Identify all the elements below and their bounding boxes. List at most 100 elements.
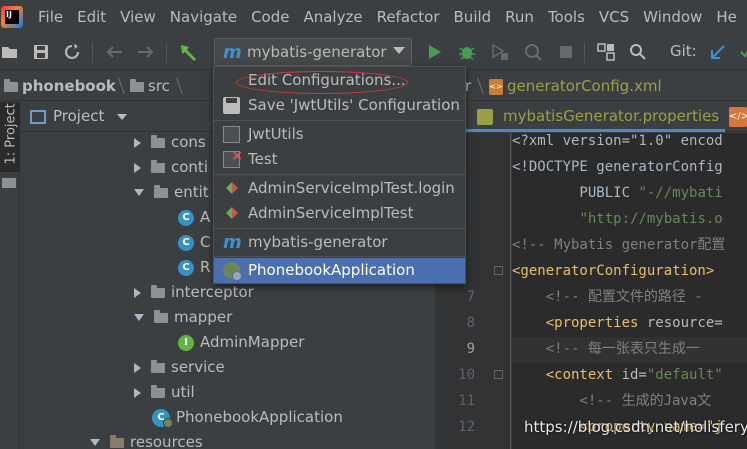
menu-item-label: PhonebookApplication xyxy=(248,261,415,279)
xml-tab-icon[interactable]: </> xyxy=(729,107,747,127)
toolbar-divider xyxy=(584,43,585,63)
properties-file-icon xyxy=(477,109,493,125)
project-tool-window-tab[interactable]: 1: Project xyxy=(0,102,20,172)
menu-help[interactable]: He xyxy=(709,0,744,34)
build-hammer-icon[interactable] xyxy=(178,42,198,62)
menu-item-label: AdminServiceImplTest.login xyxy=(248,179,455,197)
code-token: <?xml version="1.0" encod xyxy=(512,133,723,149)
code-token: <!-- 生成的Java文 xyxy=(512,393,712,409)
chevron-down-icon[interactable] xyxy=(134,189,144,196)
breadcrumb-src[interactable]: src xyxy=(130,71,170,101)
tree-row[interactable]: CC xyxy=(178,230,210,255)
line-number: 8 xyxy=(466,315,475,331)
menu-run[interactable]: Run xyxy=(498,0,541,34)
tree-row[interactable]: mapper xyxy=(134,305,232,330)
forward-icon[interactable] xyxy=(136,42,156,62)
code-editor[interactable]: <?xml version="1.0" encod <!DOCTYPE gener… xyxy=(512,133,747,449)
code-line: <!-- 配置文件的路径 - xyxy=(512,284,703,310)
tree-row[interactable]: CR xyxy=(178,255,210,280)
spring-boot-icon xyxy=(223,262,242,281)
code-token: <!-- 配置文件的路径 - xyxy=(512,289,703,305)
spring-app-icon: C xyxy=(152,408,173,428)
menu-item-adminserviceimpltest[interactable]: AdminServiceImplTest xyxy=(214,201,465,226)
main-toolbar: m mybatis-generator Git: xyxy=(0,34,747,70)
menu-item-label: JwtUtils xyxy=(248,125,304,143)
chevron-right-icon[interactable] xyxy=(134,287,141,298)
coverage-icon[interactable] xyxy=(490,42,510,62)
run-icon[interactable] xyxy=(425,42,445,62)
chevron-right-icon[interactable] xyxy=(134,387,141,398)
tree-row[interactable]: cons xyxy=(134,130,206,155)
profile-icon[interactable] xyxy=(523,42,543,62)
code-token: <!-- 每一张表只生成一 xyxy=(512,341,700,357)
save-icon xyxy=(223,97,240,114)
menu-edit[interactable]: Edit xyxy=(70,0,113,34)
tree-row-label: A xyxy=(200,208,211,226)
fold-icon[interactable] xyxy=(494,370,503,379)
chevron-down-icon[interactable] xyxy=(90,439,100,446)
menu-window[interactable]: Window xyxy=(636,0,709,34)
tree-row[interactable]: C PhonebookApplication xyxy=(152,405,343,430)
save-icon[interactable] xyxy=(31,42,51,62)
tree-row[interactable]: entit xyxy=(134,180,209,205)
menu-item-edit-configurations[interactable]: Edit Configurations... xyxy=(214,68,465,94)
menu-build[interactable]: Build xyxy=(447,0,499,34)
line-number: 9 xyxy=(466,341,475,357)
class-icon: C xyxy=(178,209,194,226)
chevron-down-icon[interactable] xyxy=(117,114,127,120)
folder-icon xyxy=(151,159,165,173)
interface-icon: I xyxy=(178,334,194,351)
debug-icon[interactable] xyxy=(457,42,477,62)
menu-analyze[interactable]: Analyze xyxy=(296,0,369,34)
breadcrumb-project[interactable]: phonebook xyxy=(4,71,116,101)
chevron-right-icon[interactable] xyxy=(134,137,141,148)
tree-row-label: cons xyxy=(171,133,206,151)
tree-row[interactable]: util xyxy=(134,380,195,405)
run-config-label: mybatis-generator xyxy=(247,43,387,61)
tree-row[interactable]: resources xyxy=(90,430,203,449)
menu-item-test[interactable]: Test xyxy=(214,144,465,172)
menu-item-jwtutils[interactable]: JwtUtils xyxy=(214,122,465,147)
git-commit-icon[interactable] xyxy=(735,42,747,62)
tree-row[interactable]: I AdminMapper xyxy=(178,330,304,355)
code-line: <context id="default" xyxy=(512,362,723,388)
class-icon: C xyxy=(178,234,194,251)
menu-item-phonebookapplication[interactable]: PhonebookApplication xyxy=(214,258,465,283)
menu-vcs[interactable]: VCS xyxy=(592,0,636,34)
chevron-down-icon[interactable] xyxy=(134,314,144,321)
menu-navigate[interactable]: Navigate xyxy=(163,0,244,34)
menu-view[interactable]: View xyxy=(113,0,163,34)
tree-row-label: PhonebookApplication xyxy=(176,408,343,426)
chevron-right-icon[interactable] xyxy=(134,162,141,173)
chevron-right-icon[interactable] xyxy=(134,362,141,373)
editor-tab-active[interactable]: mybatisGenerator.properties xyxy=(465,102,725,132)
menu-item-save-configuration[interactable]: Save 'JwtUtils' Configuration xyxy=(214,93,465,118)
search-icon[interactable] xyxy=(628,42,648,62)
tree-row[interactable]: CA xyxy=(178,205,210,230)
menu-item-adminserviceimpltest-login[interactable]: AdminServiceImplTest.login xyxy=(214,176,465,201)
menu-code[interactable]: Code xyxy=(244,0,296,34)
git-update-icon[interactable] xyxy=(708,42,728,62)
code-token: "-//mybati xyxy=(638,185,723,201)
open-folder-icon[interactable] xyxy=(0,42,20,62)
run-configuration-selector[interactable]: m mybatis-generator xyxy=(214,38,412,66)
sync-icon[interactable] xyxy=(62,42,82,62)
project-structure-icon[interactable] xyxy=(596,42,616,62)
menu-item-mybatis-generator[interactable]: m mybatis-generator xyxy=(214,230,465,255)
stop-icon[interactable] xyxy=(556,42,576,62)
test-diamond-icon xyxy=(223,205,240,222)
menu-tools[interactable]: Tools xyxy=(541,0,592,34)
code-token: <!DOCTYPE generatorConfig xyxy=(512,159,723,175)
code-token: resource= xyxy=(646,315,723,331)
resources-folder-icon xyxy=(110,434,124,448)
menu-file[interactable]: File xyxy=(31,0,70,34)
back-icon[interactable] xyxy=(104,42,124,62)
fold-icon[interactable] xyxy=(494,266,503,275)
tree-row[interactable]: service xyxy=(134,355,225,380)
menu-refactor[interactable]: Refactor xyxy=(370,0,447,34)
tree-row-label: resources xyxy=(130,433,203,449)
breadcrumb-file[interactable]: <> generatorConfig.xml xyxy=(489,71,662,101)
structure-folder-icon[interactable] xyxy=(2,178,16,188)
tree-row[interactable]: conti xyxy=(134,155,208,180)
code-token: id= xyxy=(621,367,647,383)
